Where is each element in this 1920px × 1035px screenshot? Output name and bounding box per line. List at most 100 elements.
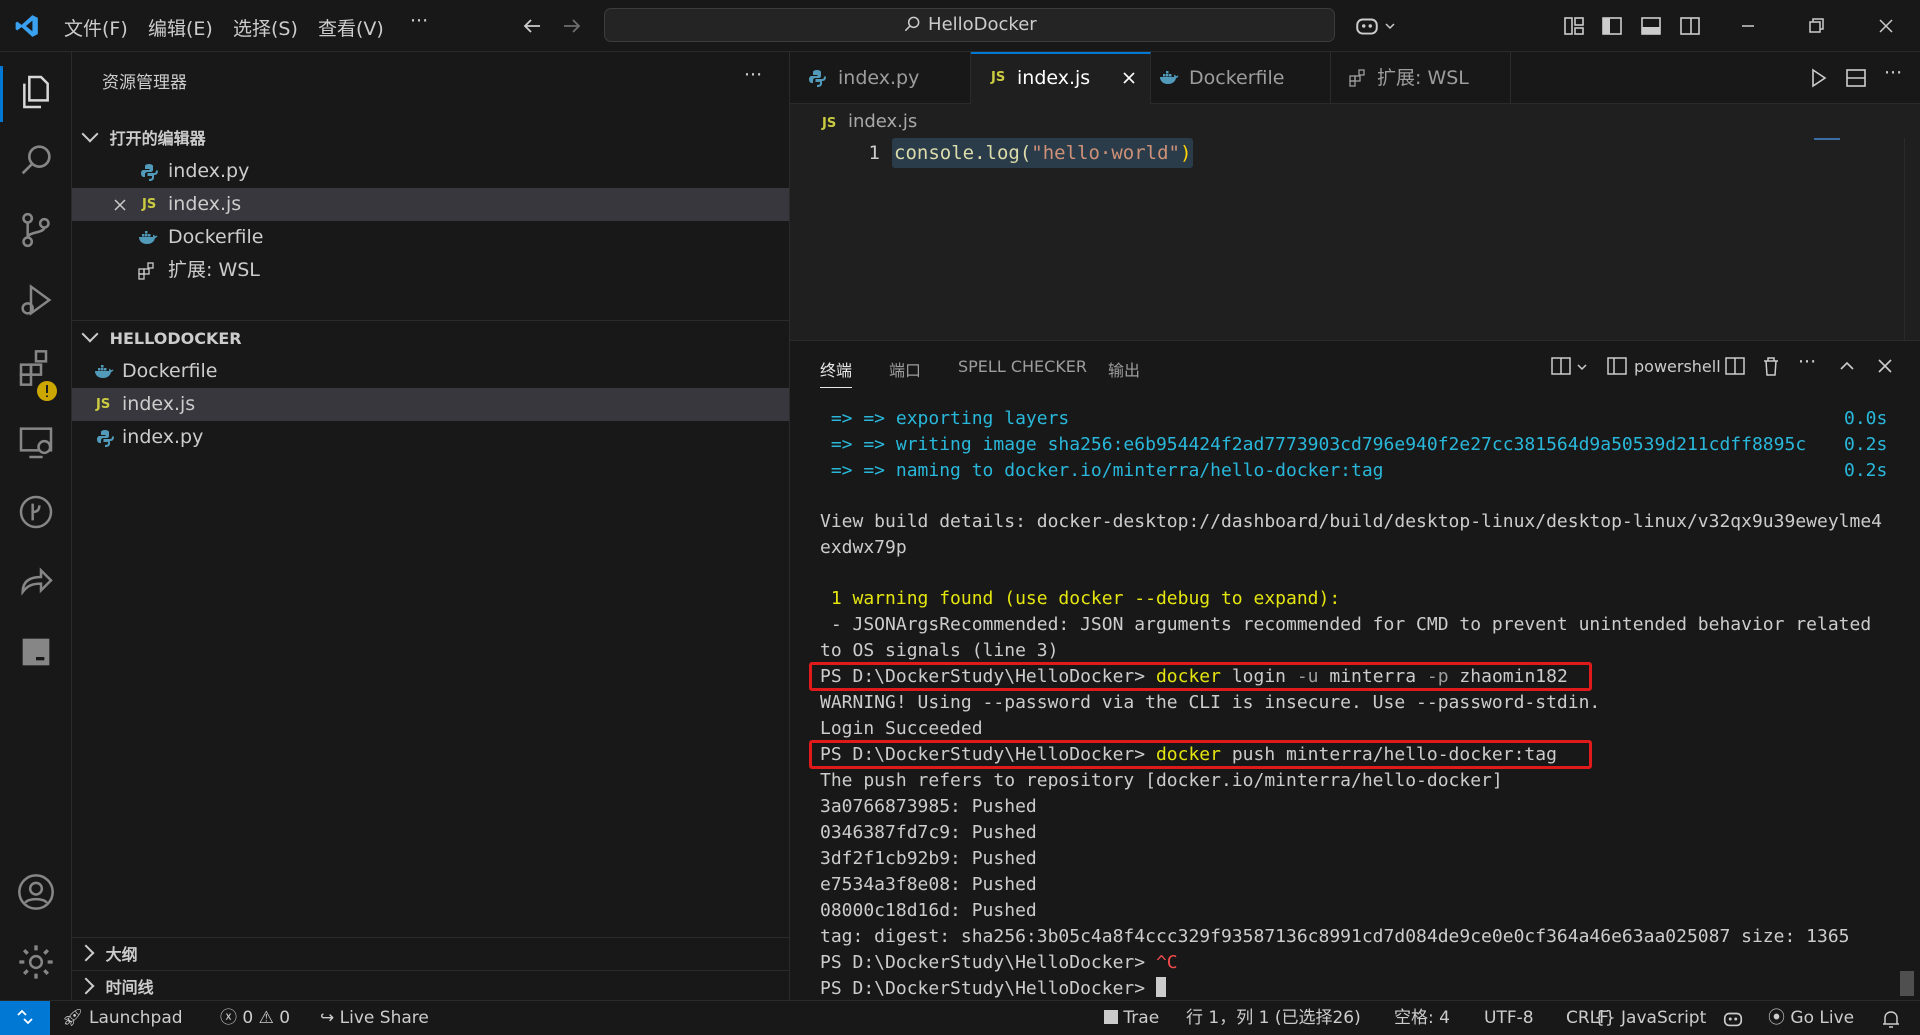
open-editor-item[interactable]: Dockerfile	[72, 221, 789, 254]
open-editor-item-active[interactable]: JS index.js	[72, 188, 789, 221]
language-mode[interactable]: {} JavaScript	[1594, 1001, 1706, 1035]
terminal-scrollbar[interactable]	[1900, 401, 1914, 996]
file-item[interactable]: Dockerfile	[72, 355, 789, 388]
customize-layout-icon[interactable]	[1562, 14, 1586, 38]
rocket-icon: 🚀︎	[62, 1008, 84, 1028]
editor-tab-bar: index.py JS index.js Dockerfile 扩展: WSL …	[790, 52, 1920, 104]
go-live-item[interactable]: ⦿ Go Live	[1768, 1001, 1854, 1035]
folder-header[interactable]: HELLODOCKER	[72, 322, 789, 355]
code-token-string: "hello·world"	[1031, 142, 1180, 164]
chevron-right-icon	[77, 977, 95, 995]
chevron-down-icon	[81, 325, 99, 343]
terminal-line: View build details: docker-desktop://das…	[820, 511, 1883, 532]
chevron-down-icon[interactable]	[1384, 20, 1396, 32]
terminal-scrollbar-thumb[interactable]	[1900, 971, 1914, 996]
live-share-icon: ↪	[320, 1008, 335, 1028]
python-icon	[141, 164, 158, 181]
minimize-icon[interactable]	[1736, 14, 1760, 38]
toggle-primary-sidebar-icon[interactable]	[1600, 14, 1624, 38]
restore-icon[interactable]	[1804, 14, 1828, 38]
open-editors-header[interactable]: 打开的编辑器	[72, 122, 789, 155]
terminal-output[interactable]: => => exporting layers 0.0s => => writin…	[790, 341, 1920, 1001]
forward-arrow-icon[interactable]	[560, 14, 584, 38]
explorer-icon[interactable]	[16, 72, 56, 112]
toggle-secondary-sidebar-icon[interactable]	[1678, 14, 1702, 38]
file-label: index.py	[122, 426, 204, 448]
terminal-line: Login Succeeded	[820, 718, 983, 739]
code-editor[interactable]: JS index.js 1 console.log("hello·world")	[790, 104, 1920, 348]
command-center-search[interactable]: HelloDocker	[604, 8, 1335, 42]
error-icon: ⓧ	[220, 1008, 237, 1028]
cursor-position[interactable]: 行 1，列 1 (已选择26)	[1186, 1001, 1361, 1035]
close-icon[interactable]	[112, 197, 128, 213]
warning-badge-icon	[37, 381, 57, 401]
js-icon: JS	[991, 70, 1006, 85]
live-share-item[interactable]: ↪ Live Share	[320, 1001, 429, 1035]
terminal-line: WARNING! Using --password via the CLI is…	[820, 692, 1601, 713]
menu-select[interactable]: 选择(S)	[233, 14, 298, 41]
close-window-icon[interactable]	[1874, 14, 1898, 38]
run-debug-icon[interactable]	[16, 280, 56, 320]
minimap-line	[1814, 138, 1840, 140]
tab-index-js[interactable]: JS index.js	[971, 52, 1151, 104]
open-editor-item[interactable]: 扩展: WSL	[72, 254, 789, 287]
remote-explorer-icon[interactable]	[16, 422, 56, 462]
explorer-more-actions[interactable]: ···	[744, 64, 762, 86]
highlight-box-push	[809, 740, 1592, 769]
search-icon[interactable]	[16, 140, 56, 180]
warning-icon: ⚠	[258, 1008, 274, 1028]
python-icon	[97, 430, 114, 447]
menu-file[interactable]: 文件(F)	[64, 14, 128, 41]
outline-header[interactable]: 大纲	[72, 938, 789, 971]
menu-view[interactable]: 查看(V)	[318, 14, 384, 41]
close-icon[interactable]	[1121, 70, 1137, 86]
launchpad-item[interactable]: 🚀︎ Launchpad	[62, 1001, 183, 1035]
live-share-label: Live Share	[339, 1008, 429, 1028]
docker-icon	[139, 231, 158, 244]
source-control-icon[interactable]	[16, 210, 56, 250]
settings-gear-icon[interactable]	[16, 942, 56, 982]
accounts-icon[interactable]	[16, 872, 56, 912]
notification-bell-icon[interactable]	[1880, 1008, 1902, 1030]
editor-scrollbar[interactable]	[1904, 138, 1920, 348]
go-live-label: Go Live	[1790, 1008, 1855, 1028]
copilot-icon[interactable]	[1354, 13, 1380, 39]
menu-edit[interactable]: 编辑(E)	[148, 14, 213, 41]
back-arrow-icon[interactable]	[520, 14, 544, 38]
code-line[interactable]: console.log("hello·world")	[892, 138, 1194, 168]
file-item-active[interactable]: JS index.js	[72, 388, 789, 421]
terminal-line: 3df2f1cb92b9: Pushed	[820, 848, 1037, 869]
menu-more[interactable]: ···	[410, 10, 428, 32]
terminal-command-line: PS D:\DockerStudy\HelloDocker>	[820, 976, 1166, 1001]
git-graph-icon[interactable]	[16, 492, 56, 532]
terminal-line: tag: digest: sha256:3b05c4a8f4ccc329f935…	[820, 926, 1850, 947]
tab-label: Dockerfile	[1189, 67, 1285, 89]
remote-icon	[17, 1009, 33, 1025]
split-editor-icon[interactable]	[1844, 66, 1868, 90]
file-item[interactable]: index.py	[72, 421, 789, 454]
broadcast-icon: ⦿	[1768, 1008, 1785, 1028]
open-editors-label: 打开的编辑器	[109, 129, 206, 148]
trae-item[interactable]: Trae	[1104, 1001, 1159, 1035]
indentation[interactable]: 空格: 4	[1394, 1001, 1450, 1035]
editor-more-actions[interactable]: ···	[1884, 62, 1902, 84]
code-token-paren: )	[1180, 142, 1192, 164]
problems-item[interactable]: ⓧ 0 ⚠ 0	[220, 1001, 290, 1035]
open-editor-item[interactable]: index.py	[72, 155, 789, 188]
search-icon	[905, 16, 920, 32]
tab-dockerfile[interactable]: Dockerfile	[1151, 52, 1331, 104]
breadcrumb[interactable]: JS index.js	[822, 110, 917, 134]
tab-index-py[interactable]: index.py	[790, 52, 971, 104]
toggle-panel-icon[interactable]	[1639, 14, 1663, 38]
encoding[interactable]: UTF-8	[1484, 1001, 1534, 1035]
run-icon[interactable]	[1806, 66, 1830, 90]
js-icon: JS	[96, 397, 111, 412]
tab-extension-wsl[interactable]: 扩展: WSL	[1331, 52, 1511, 104]
terminal-line-time: 0.2s	[1844, 434, 1888, 455]
terminal-line: exdwx79p	[820, 537, 907, 558]
tab-label: 扩展: WSL	[1377, 67, 1469, 89]
live-share-icon[interactable]	[16, 562, 56, 602]
remote-indicator[interactable]	[0, 1001, 50, 1035]
copilot-icon[interactable]	[1722, 1008, 1744, 1030]
panel-view-icon[interactable]	[16, 632, 56, 672]
